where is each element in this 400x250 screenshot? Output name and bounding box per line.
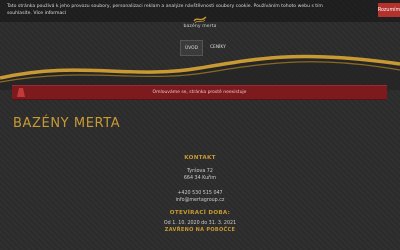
cookie-text: Tato stránka používá k jeho provozu soub… [7,3,337,17]
cookie-accept-button[interactable]: Rozumím [378,3,400,17]
site-logo[interactable]: bazény merta [180,15,220,31]
contact-street: Tyršova 72 [187,169,213,174]
cookie-text-line1: Tato stránka používá k jeho provozu soub… [7,4,323,9]
logo-text: bazény merta [183,24,217,29]
contact-city: 664 34 Kuřim [183,176,217,181]
cookie-text-line2: souhlasíte. [7,11,32,16]
error-alert: Omlouváme se, stránka prostě neexistuje [12,85,387,100]
contact-phone[interactable]: +420 530 515 047 [100,190,300,197]
hours-period: Od 1. 10. 2020 do 31. 3. 2021 [163,221,237,226]
page-title: BAZÉNY MERTA [13,116,121,131]
logo-wave-icon [193,16,207,24]
hours-note: ZAVŘENO NA POBOČCE [164,227,236,233]
contact-email[interactable]: info@mertagroup.cz [100,197,300,204]
contact-heading: KONTAKT [184,155,216,161]
contact-section: KONTAKT Tyršova 72 664 34 Kuřim +420 530… [100,155,300,234]
error-message: Omlouváme se, stránka prostě neexistuje [152,90,247,95]
decorative-wave [0,54,400,90]
hours-heading: OTEVÍRACÍ DOBA: [169,210,231,216]
cookie-more-info-link[interactable]: Více informací [33,11,66,16]
